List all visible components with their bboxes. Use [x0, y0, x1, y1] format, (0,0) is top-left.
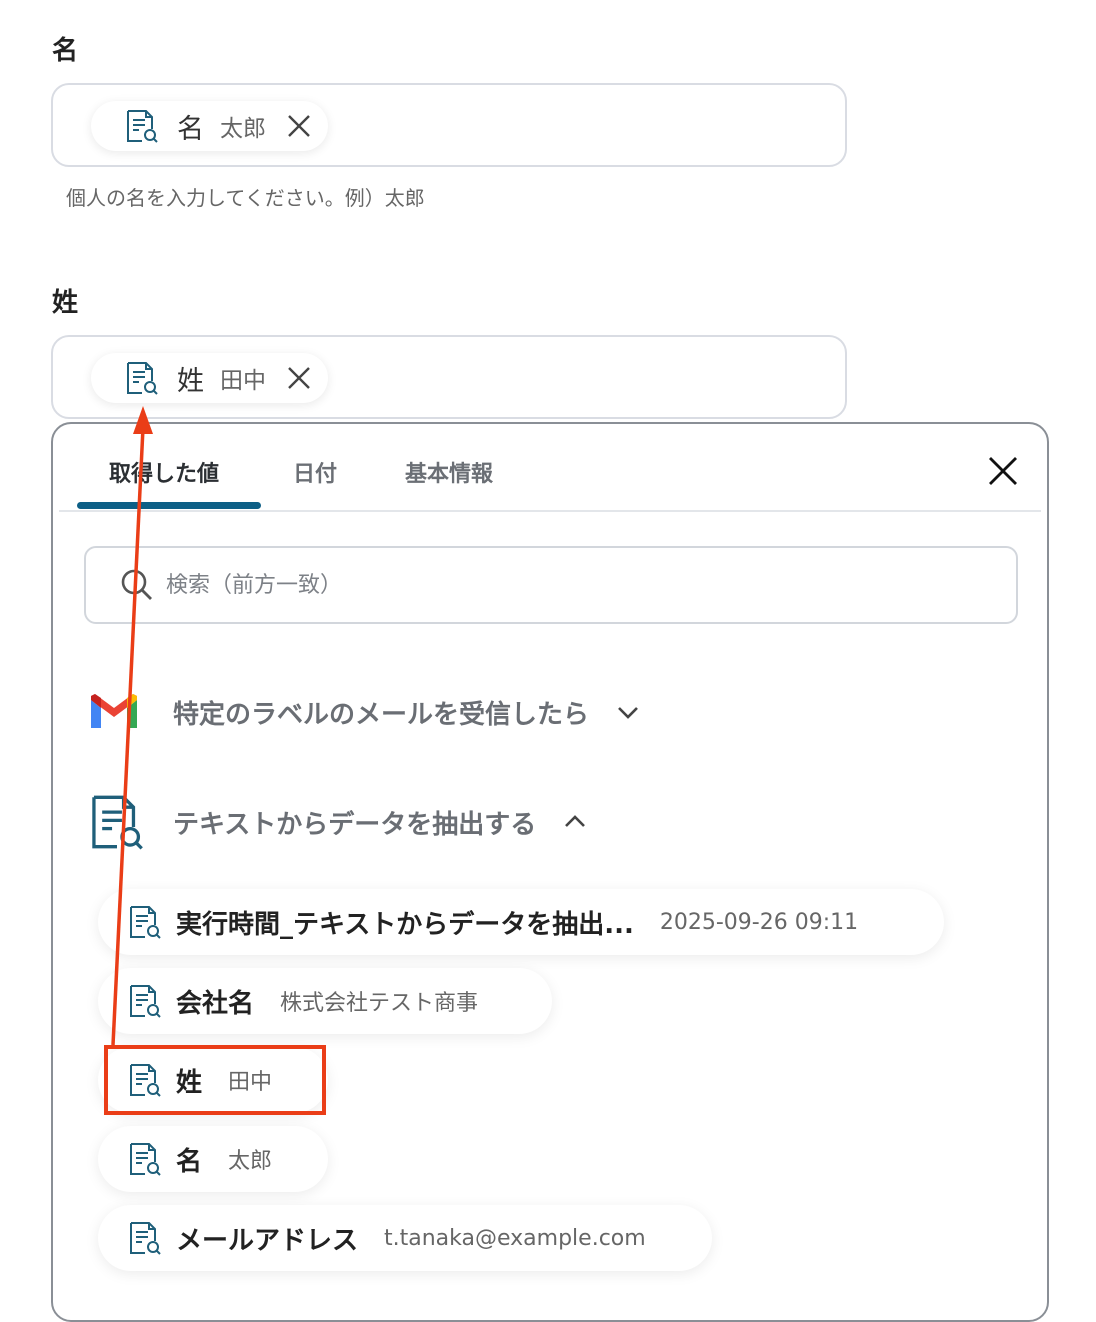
chip-key: 名 [177, 113, 204, 145]
first-name-field[interactable]: 名 太郎 [51, 83, 847, 167]
document-search-icon [89, 792, 145, 852]
tab-divider [59, 510, 1041, 512]
tab-acquired-values[interactable]: 取得した値 [109, 456, 219, 488]
item-key: メールアドレス [176, 1225, 359, 1256]
document-search-icon [128, 905, 162, 939]
chip-value: 田中 [220, 368, 266, 394]
section-gmail-trigger[interactable]: 特定のラベルのメールを受信したら [89, 692, 641, 732]
value-picker-panel: 取得した値 日付 基本情報 特定のラベルのメールを受信したら テキストからデータ… [51, 422, 1049, 1322]
list-item[interactable]: 会社名 株式会社テスト商事 [98, 968, 552, 1034]
item-value: 2025-09-26 09:11 [659, 909, 859, 935]
item-value: 株式会社テスト商事 [280, 991, 479, 1016]
document-search-icon [128, 1142, 162, 1176]
remove-chip-icon[interactable] [286, 365, 312, 391]
item-key: 会社名 [176, 988, 255, 1019]
last-name-label: 姓 [52, 288, 79, 318]
tab-basic-info[interactable]: 基本情報 [405, 456, 493, 488]
section-extract-text[interactable]: テキストからデータを抽出する [89, 792, 588, 852]
active-tab-indicator [77, 502, 261, 509]
last-name-chip[interactable]: 姓 田中 [91, 353, 328, 403]
section-title: テキストからデータを抽出する [173, 809, 537, 840]
item-key: 名 [176, 1146, 203, 1177]
chip-key: 姓 [177, 365, 204, 397]
search-icon [121, 569, 152, 600]
section-title: 特定のラベルのメールを受信したら [173, 699, 590, 730]
item-key: 実行時間_テキストからデータを抽出... [176, 909, 634, 940]
document-search-icon [125, 109, 159, 143]
tab-date[interactable]: 日付 [293, 456, 337, 488]
first-name-chip[interactable]: 名 太郎 [91, 101, 328, 151]
first-name-label: 名 [52, 36, 79, 66]
list-item[interactable]: 名 太郎 [98, 1126, 328, 1192]
first-name-hint: 個人の名を入力してください。例）太郎 [66, 186, 425, 210]
remove-chip-icon[interactable] [286, 113, 312, 139]
search-input[interactable] [164, 571, 968, 599]
close-icon[interactable] [987, 455, 1019, 487]
search-box[interactable] [84, 546, 1018, 624]
list-item[interactable]: メールアドレス t.tanaka@example.com [98, 1205, 712, 1271]
item-value: t.tanaka@example.com [384, 1225, 646, 1251]
annotation-highlight-box [104, 1045, 326, 1115]
list-item[interactable]: 実行時間_テキストからデータを抽出... 2025-09-26 09:11 [98, 889, 944, 955]
last-name-field[interactable]: 姓 田中 [51, 335, 847, 419]
chevron-down-icon [618, 707, 638, 719]
document-search-icon [128, 1221, 162, 1255]
item-value: 太郎 [228, 1149, 273, 1174]
document-search-icon [128, 984, 162, 1018]
chevron-up-icon [565, 815, 586, 827]
document-search-icon [125, 361, 159, 395]
gmail-icon [91, 694, 137, 728]
chip-value: 太郎 [220, 116, 266, 142]
